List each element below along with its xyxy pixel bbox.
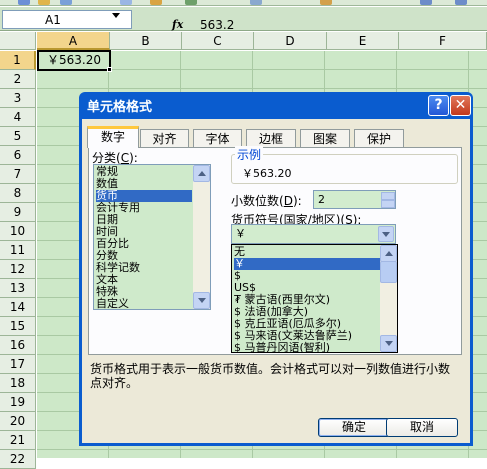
column-header-f[interactable]: F: [399, 32, 487, 50]
chevron-up-icon: [198, 171, 206, 176]
format-description: 货币格式用于表示一般货币数值。会计格式可以对一列数值进行小数点对齐。: [90, 362, 451, 390]
dialog-title: 单元格格式: [87, 100, 153, 115]
row-header[interactable]: 22: [0, 450, 36, 469]
row-header[interactable]: 6: [0, 146, 36, 165]
row-header[interactable]: 12: [0, 260, 36, 279]
name-box-dropdown-icon[interactable]: [112, 13, 120, 18]
currency-symbol-dropdown-list[interactable]: 无 ￥ $ US$ ₮ 蒙古语(西里尔文) $ 法语(加拿大) $ 克丘亚语(厄…: [231, 244, 398, 353]
cancel-button[interactable]: 取消: [386, 418, 458, 437]
row-header[interactable]: 4: [0, 108, 36, 127]
column-header-a[interactable]: A: [37, 32, 110, 50]
cell-a1[interactable]: ￥563.20: [37, 50, 111, 71]
category-list[interactable]: 常规 数值 货币 会计专用 日期 时间 百分比 分数 科学记数 文本 特殊 自定…: [93, 164, 211, 310]
scroll-down-button[interactable]: [193, 292, 210, 309]
row-header[interactable]: 14: [0, 298, 36, 317]
spin-up-button[interactable]: [381, 192, 395, 200]
formula-bar: A1 fx 563.2: [0, 7, 487, 32]
ok-button[interactable]: 确定: [318, 418, 390, 437]
row-header[interactable]: 9: [0, 203, 36, 222]
decimal-places-label: 小数位数(D):: [231, 194, 302, 208]
currency-symbol-select[interactable]: ￥: [231, 224, 396, 244]
column-header-e[interactable]: E: [327, 32, 399, 50]
formula-input[interactable]: 563.2: [200, 18, 234, 32]
tab-patterns[interactable]: 图案: [300, 129, 350, 148]
row-header[interactable]: 5: [0, 127, 36, 146]
dropdown-button[interactable]: [378, 226, 394, 242]
row-header[interactable]: 11: [0, 241, 36, 260]
toolbar-spell-icon[interactable]: [185, 0, 197, 5]
select-all-corner[interactable]: [0, 32, 36, 50]
row-header[interactable]: 16: [0, 336, 36, 355]
scroll-down-button[interactable]: [380, 335, 397, 352]
chevron-up-icon: [385, 251, 393, 256]
chevron-down-icon: [382, 232, 390, 237]
decimal-places-spinner[interactable]: 2: [313, 190, 396, 209]
sample-title: 示例: [235, 146, 264, 163]
toolbar-redo-icon[interactable]: [455, 0, 467, 5]
chevron-down-icon: [385, 341, 393, 346]
currency-option[interactable]: 无: [234, 246, 380, 258]
close-icon[interactable]: ✕: [450, 95, 471, 116]
toolbar-undo-icon[interactable]: [420, 0, 432, 5]
toolbar-print-icon[interactable]: [120, 0, 132, 5]
toolbar: [0, 0, 487, 6]
scroll-up-button[interactable]: [380, 245, 397, 262]
toolbar-preview-icon[interactable]: [150, 0, 162, 5]
column-header-d[interactable]: D: [254, 32, 327, 50]
column-header-c[interactable]: C: [182, 32, 254, 50]
chevron-down-icon: [198, 298, 206, 303]
row-header[interactable]: 17: [0, 355, 36, 374]
toolbar-paste-icon[interactable]: [320, 0, 332, 5]
row-header[interactable]: 21: [0, 431, 36, 450]
category-item[interactable]: 自定义: [96, 298, 192, 310]
column-header-b[interactable]: B: [110, 32, 182, 50]
fill-handle[interactable]: [107, 67, 112, 72]
row-header[interactable]: 7: [0, 165, 36, 184]
insert-function-icon[interactable]: fx: [172, 18, 183, 31]
toolbar-save-icon[interactable]: [60, 0, 72, 5]
row-header[interactable]: 3: [0, 89, 36, 108]
row-header[interactable]: 13: [0, 279, 36, 298]
row-header[interactable]: 1: [0, 51, 36, 70]
sample-value: ￥563.20: [242, 167, 292, 180]
toolbar-new-icon[interactable]: [18, 0, 30, 5]
row-header[interactable]: 2: [0, 70, 36, 89]
decimal-places-value[interactable]: 2: [318, 193, 325, 206]
scroll-thumb[interactable]: [380, 261, 397, 283]
row-header[interactable]: 15: [0, 317, 36, 336]
currency-symbol-value: ￥: [235, 227, 246, 240]
row-header[interactable]: 19: [0, 393, 36, 412]
tab-number[interactable]: 数字: [87, 126, 139, 148]
row-header[interactable]: 8: [0, 184, 36, 203]
row-header[interactable]: 18: [0, 374, 36, 393]
toolbar-copy-icon[interactable]: [250, 0, 262, 5]
row-header[interactable]: 20: [0, 412, 36, 431]
tab-protection[interactable]: 保护: [354, 129, 404, 148]
currency-option-selected[interactable]: ￥: [234, 258, 380, 270]
spin-down-button[interactable]: [381, 200, 395, 208]
currency-option[interactable]: $ 马普丹冈语(智利): [234, 342, 380, 353]
tab-alignment[interactable]: 对齐: [140, 129, 189, 148]
help-icon[interactable]: ?: [428, 95, 449, 116]
toolbar-open-icon[interactable]: [38, 0, 50, 5]
row-header[interactable]: 10: [0, 222, 36, 241]
scroll-up-button[interactable]: [193, 165, 210, 182]
currency-scrollbar[interactable]: [380, 245, 397, 352]
category-scrollbar[interactable]: [193, 165, 210, 309]
